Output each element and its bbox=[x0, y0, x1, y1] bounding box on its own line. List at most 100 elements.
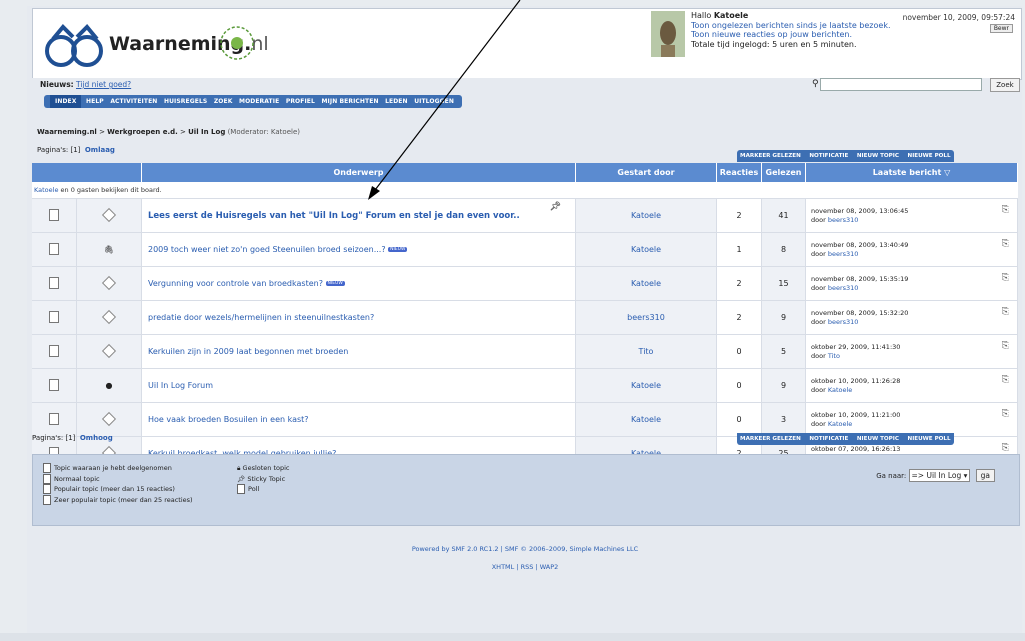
views-cell: 5 bbox=[761, 334, 806, 369]
last-post-cell: november 08, 2009, 15:35:19 door beers310… bbox=[805, 266, 1018, 301]
starter-cell[interactable]: Katoele bbox=[575, 266, 717, 301]
last-post-cell: oktober 10, 2009, 11:21:00 door Katoele ⎘ bbox=[805, 402, 1018, 437]
pin-icon: 📌︎ bbox=[237, 474, 248, 483]
last-post-icon[interactable]: ⎘ bbox=[1002, 410, 1009, 419]
topic-status-cell bbox=[32, 266, 77, 301]
legend-popular: Populair topic (meer dan 15 reacties) bbox=[43, 484, 193, 495]
new-replies-link[interactable]: Toon nieuwe reacties op jouw berichten. bbox=[691, 30, 1021, 40]
last-post-icon[interactable]: ⎘ bbox=[1002, 342, 1009, 351]
notify-button-bottom[interactable]: NOTIFICATIE bbox=[806, 433, 851, 445]
pagination-top: Pagina's: [1] Omlaag bbox=[37, 146, 115, 154]
topic-status-cell bbox=[32, 232, 77, 267]
topic-link[interactable]: predatie door wezels/hermelijnen in stee… bbox=[148, 313, 374, 322]
topic-link[interactable]: Lees eerst de Huisregels van het "Uil In… bbox=[148, 211, 520, 221]
message-icon-cell bbox=[76, 198, 142, 233]
menu-item-profile[interactable]: PROFIEL bbox=[284, 95, 317, 108]
avatar[interactable] bbox=[651, 11, 685, 57]
replies-cell: 0 bbox=[716, 368, 762, 403]
topic-subject-cell: Uil In Log Forum bbox=[141, 368, 576, 403]
table-row: Vergunning voor controle van broedkasten… bbox=[32, 266, 1018, 301]
last-post-by: door beers310 bbox=[811, 317, 859, 326]
search-input[interactable] bbox=[820, 78, 982, 91]
menu-item-moderation[interactable]: MODERATIE bbox=[237, 95, 281, 108]
topic-link[interactable]: Vergunning voor controle van broedkasten… bbox=[148, 279, 323, 288]
last-post-icon[interactable]: ⎘ bbox=[1002, 444, 1009, 453]
last-post-by: door Katoele bbox=[811, 385, 853, 394]
search-button[interactable]: Zoek bbox=[990, 78, 1020, 92]
topic-link[interactable]: Uil In Log Forum bbox=[148, 381, 213, 390]
last-post-icon[interactable]: ⎘ bbox=[1002, 274, 1009, 283]
last-post-icon[interactable]: ⎘ bbox=[1002, 240, 1009, 249]
legend-sticky: 📌︎ Sticky Topic bbox=[237, 474, 286, 483]
last-post-author-link[interactable]: Katoele bbox=[828, 420, 852, 428]
last-post-author-link[interactable]: Katoele bbox=[828, 386, 852, 394]
header-last-post[interactable]: Laatste bericht ▽ bbox=[805, 163, 1018, 182]
mark-read-button-bottom[interactable]: MARKEER GELEZEN bbox=[737, 433, 804, 445]
last-post-author-link[interactable]: beers310 bbox=[828, 284, 859, 292]
powered-by[interactable]: Powered by SMF 2.0 RC1.2 | SMF © 2006–20… bbox=[32, 540, 1018, 558]
last-post-author-link[interactable]: beers310 bbox=[828, 216, 859, 224]
last-post-author-link[interactable]: beers310 bbox=[828, 318, 859, 326]
save-button[interactable]: Bewr bbox=[989, 24, 1013, 33]
last-post-author-link[interactable]: beers310 bbox=[828, 250, 859, 258]
topic-status-cell bbox=[32, 198, 77, 233]
last-post-author-link[interactable]: Tito bbox=[828, 352, 840, 360]
last-post-icon[interactable]: ⎘ bbox=[1002, 206, 1009, 215]
starter-cell[interactable]: Katoele bbox=[575, 232, 717, 267]
views-cell: 41 bbox=[761, 198, 806, 233]
topic-link[interactable]: 2009 toch weer niet zo'n goed Steenuilen… bbox=[148, 245, 386, 254]
menu-item-house-rules[interactable]: HUISREGELS bbox=[162, 95, 209, 108]
footer-links[interactable]: XHTML | RSS | WAP2 bbox=[32, 558, 1018, 576]
pin-icon: 📌︎ bbox=[549, 202, 561, 212]
mark-read-button[interactable]: MARKEER GELEZEN bbox=[737, 150, 804, 162]
breadcrumb-site[interactable]: Waarneming.nl bbox=[37, 128, 97, 136]
last-post-cell: november 08, 2009, 15:32:20 door beers310… bbox=[805, 300, 1018, 335]
topic-subject-cell: Vergunning voor controle van broedkasten… bbox=[141, 266, 576, 301]
last-post-icon[interactable]: ⎘ bbox=[1002, 308, 1009, 317]
jump-up-link[interactable]: Omhoog bbox=[80, 434, 113, 442]
starter-cell[interactable]: beers310 bbox=[575, 300, 717, 335]
breadcrumb-group[interactable]: Werkgroepen e.d. bbox=[107, 128, 178, 136]
new-badge: NIEUW bbox=[388, 247, 408, 252]
site-logo[interactable]: Waarneming.nl bbox=[39, 17, 329, 73]
site-header: Waarneming.nl Hallo Katoele Toon ongelez… bbox=[32, 8, 1022, 80]
header-subject[interactable]: Onderwerp bbox=[141, 163, 576, 182]
news-link[interactable]: Tijd niet goed? bbox=[76, 80, 131, 89]
new-poll-button[interactable]: NIEUWE POLL bbox=[905, 150, 954, 162]
notify-button[interactable]: NOTIFICATIE bbox=[806, 150, 851, 162]
breadcrumb-board[interactable]: Uil In Log bbox=[188, 128, 225, 136]
menu-item-search[interactable]: ZOEK bbox=[212, 95, 235, 108]
header-replies[interactable]: Reacties bbox=[716, 163, 762, 182]
topic-link[interactable]: Hoe vaak broeden Bosuilen in een kast? bbox=[148, 415, 309, 424]
menu-item-index[interactable]: INDEX bbox=[50, 95, 82, 108]
menu-item-logout[interactable]: UITLOGGEN bbox=[412, 95, 456, 108]
starter-cell[interactable]: Katoele bbox=[575, 402, 717, 437]
header-started-by[interactable]: Gestart door bbox=[575, 163, 717, 182]
header-views[interactable]: Gelezen bbox=[761, 163, 806, 182]
last-post-icon[interactable]: ⎘ bbox=[1002, 376, 1009, 385]
menu-item-activities[interactable]: ACTIVITEITEN bbox=[108, 95, 159, 108]
last-post-by: door Tito bbox=[811, 351, 840, 360]
guests-user-link[interactable]: Katoele bbox=[34, 186, 58, 194]
table-header: Onderwerp Gestart door Reacties Gelezen … bbox=[32, 163, 1018, 182]
new-topic-button[interactable]: NIEUW TOPIC bbox=[854, 150, 902, 162]
menu-item-members[interactable]: LEDEN bbox=[383, 95, 410, 108]
new-topic-button-bottom[interactable]: NIEUW TOPIC bbox=[854, 433, 902, 445]
starter-cell[interactable]: Katoele bbox=[575, 368, 717, 403]
jump-to: Ga naar: => Uil In Log ▾ ga bbox=[876, 469, 995, 482]
last-post-date: oktober 10, 2009, 11:26:28 bbox=[811, 376, 901, 385]
normal-topic-icon bbox=[43, 473, 51, 484]
starter-cell[interactable]: Katoele bbox=[575, 198, 717, 233]
new-poll-button-bottom[interactable]: NIEUWE POLL bbox=[905, 433, 954, 445]
topic-link[interactable]: Kerkuilen zijn in 2009 laat begonnen met… bbox=[148, 347, 348, 356]
menu-item-help[interactable]: HELP bbox=[84, 95, 106, 108]
jump-button[interactable]: ga bbox=[975, 469, 995, 482]
starter-cell[interactable]: Tito bbox=[575, 334, 717, 369]
jump-select[interactable]: => Uil In Log ▾ bbox=[908, 469, 971, 482]
avatar-image-icon bbox=[651, 11, 685, 57]
jump-down-link[interactable]: Omlaag bbox=[85, 146, 115, 154]
legend-panel: Topic waaraan je hebt deelgenomen Normaa… bbox=[32, 454, 1020, 526]
table-row: 🖇 2009 toch weer niet zo'n goed Steenuile… bbox=[32, 232, 1018, 267]
message-icon bbox=[101, 275, 117, 290]
menu-item-my-messages[interactable]: MIJN BERICHTEN bbox=[319, 95, 380, 108]
